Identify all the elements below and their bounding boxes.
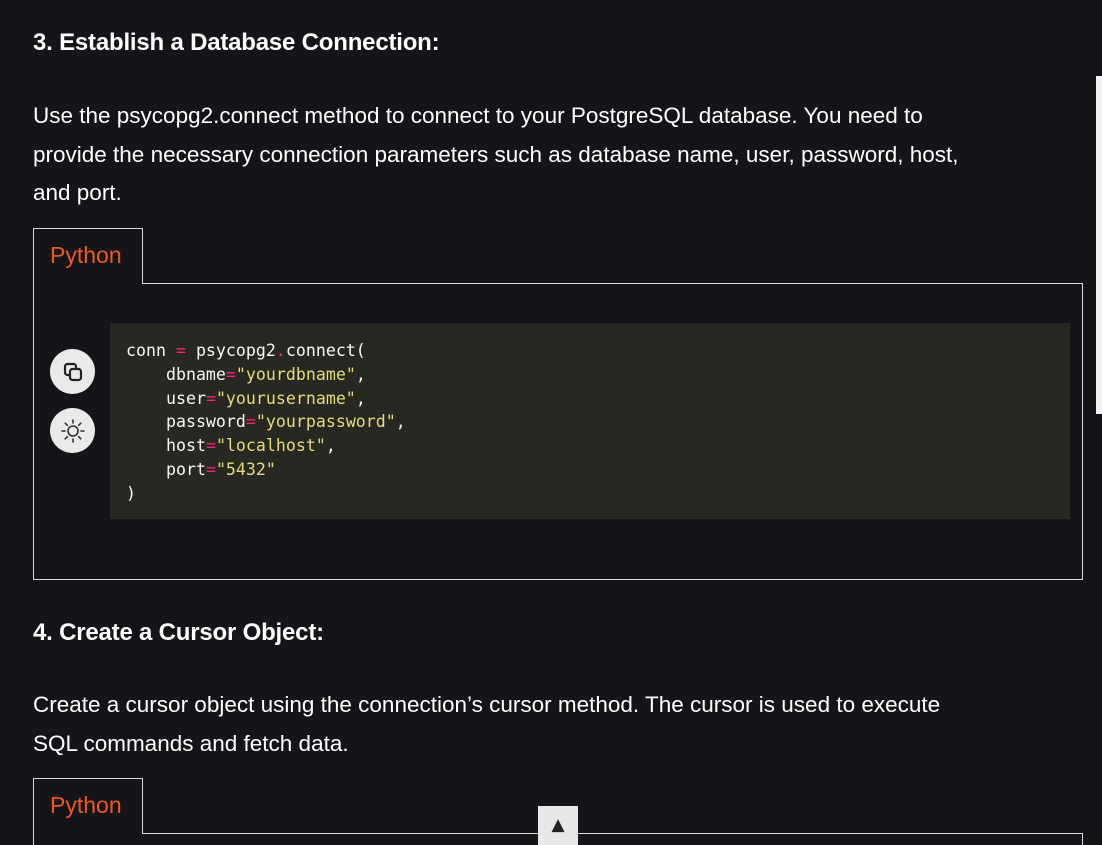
scroll-to-top-button[interactable]: ▲	[538, 806, 578, 845]
section-paragraph-cursor: Create a cursor object using the connect…	[33, 686, 1073, 763]
code-language-tab[interactable]: Python	[33, 778, 143, 834]
paragraph-line: SQL commands and fetch data.	[33, 730, 349, 756]
section-paragraph-connect: Use the psycopg2.connect method to conne…	[33, 97, 1073, 213]
toggle-theme-button[interactable]	[50, 408, 95, 453]
section-heading-create-cursor: 4. Create a Cursor Object:	[33, 619, 324, 646]
code-language-tab[interactable]: Python	[33, 228, 143, 284]
code-content: conn = psycopg2.connect( dbname="yourdbn…	[126, 341, 406, 503]
sun-icon	[60, 418, 85, 443]
paragraph-line: provide the necessary connection paramet…	[33, 141, 959, 167]
arrow-up-icon: ▲	[551, 815, 565, 835]
paragraph-line: and port.	[33, 180, 122, 205]
paragraph-line: Use the psycopg2.connect method to conne…	[33, 103, 923, 128]
code-language-label: Python	[50, 792, 122, 818]
copy-code-button[interactable]	[50, 349, 95, 394]
side-panel-edge	[1096, 76, 1102, 414]
section-heading-establish-connection: 3. Establish a Database Connection:	[33, 29, 440, 56]
code-language-label: Python	[50, 242, 122, 268]
code-block[interactable]: conn = psycopg2.connect( dbname="yourdbn…	[110, 323, 1070, 519]
copy-icon	[63, 362, 82, 381]
paragraph-line: Create a cursor object using the connect…	[33, 692, 941, 717]
